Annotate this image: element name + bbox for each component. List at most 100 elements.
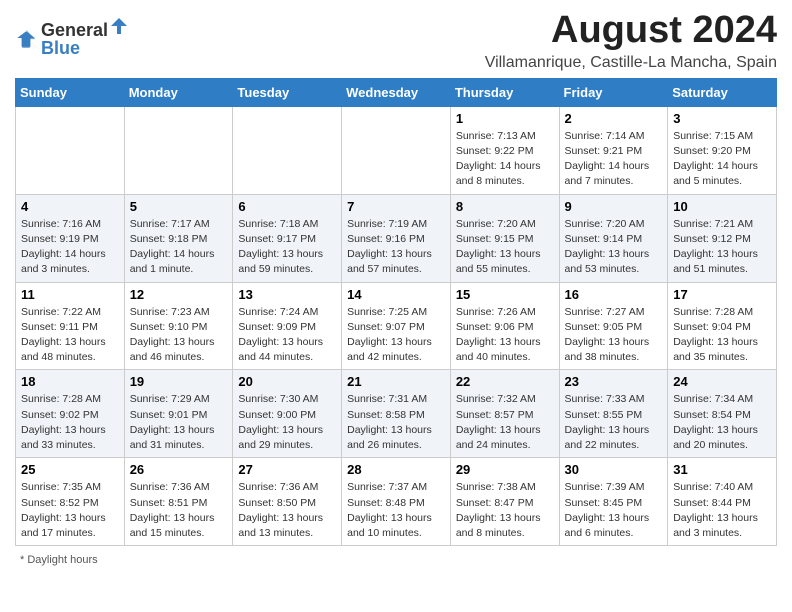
day-info: Sunrise: 7:21 AM Sunset: 9:12 PM Dayligh… (673, 217, 771, 278)
day-number: 1 (456, 111, 554, 126)
day-info: Sunrise: 7:16 AM Sunset: 9:19 PM Dayligh… (21, 217, 119, 278)
day-number: 18 (21, 374, 119, 389)
calendar-cell: 23Sunrise: 7:33 AM Sunset: 8:55 PM Dayli… (559, 370, 668, 458)
calendar-cell: 30 Sunrise: 7:39 AM Sunset: 8:45 PM Dayli… (559, 458, 668, 546)
day-info: Sunrise: 7:15 AM Sunset: 9:20 PM Dayligh… (673, 129, 771, 190)
logo-general-text: General (41, 21, 108, 39)
day-info: Sunrise: 7:22 AM Sunset: 9:11 PM Dayligh… (21, 305, 119, 366)
day-number: 14 (347, 287, 445, 302)
calendar-cell: 2 Sunrise: 7:14 AM Sunset: 9:21 PM Daylig… (559, 106, 668, 194)
day-number: 12 (130, 287, 228, 302)
calendar-cell: 11 Sunrise: 7:22 AM Sunset: 9:11 PM Dayli… (16, 282, 125, 370)
calendar-week-row: 18 Sunrise: 7:28 AM Sunset: 9:02 PM Dayli… (16, 370, 777, 458)
logo-icon (15, 27, 37, 49)
header-cell-friday: Friday (559, 78, 668, 106)
day-info: Sunrise: 7:38 AM Sunset: 8:47 PM Dayligh… (456, 480, 554, 541)
day-number: 23 (565, 374, 663, 389)
day-info: Sunrise: 7:34 AM Sunset: 8:54 PM Dayligh… (673, 392, 771, 453)
calendar-cell: 16 Sunrise: 7:27 AM Sunset: 9:05 PM Dayli… (559, 282, 668, 370)
day-number: 3 (673, 111, 771, 126)
calendar-cell: 10 Sunrise: 7:21 AM Sunset: 9:12 PM Dayli… (668, 194, 777, 282)
header-cell-saturday: Saturday (668, 78, 777, 106)
day-info: Sunrise: 7:39 AM Sunset: 8:45 PM Dayligh… (565, 480, 663, 541)
day-number: 25 (21, 462, 119, 477)
header-row: SundayMondayTuesdayWednesdayThursdayFrid… (16, 78, 777, 106)
day-number: 17 (673, 287, 771, 302)
day-info: Sunrise: 7:28 AM Sunset: 9:02 PM Dayligh… (21, 392, 119, 453)
day-info: Sunrise: 7:37 AM Sunset: 8:48 PM Dayligh… (347, 480, 445, 541)
day-number: 5 (130, 199, 228, 214)
day-info: Sunrise: 7:35 AM Sunset: 8:52 PM Dayligh… (21, 480, 119, 541)
calendar-week-row: 1 Sunrise: 7:13 AM Sunset: 9:22 PM Daylig… (16, 106, 777, 194)
calendar-table: SundayMondayTuesdayWednesdayThursdayFrid… (15, 78, 777, 546)
calendar-cell (342, 106, 451, 194)
calendar-cell: 24Sunrise: 7:34 AM Sunset: 8:54 PM Dayli… (668, 370, 777, 458)
day-info: Sunrise: 7:24 AM Sunset: 9:09 PM Dayligh… (238, 305, 336, 366)
subtitle: Villamanrique, Castille-La Mancha, Spain (485, 54, 777, 72)
day-info: Sunrise: 7:13 AM Sunset: 9:22 PM Dayligh… (456, 129, 554, 190)
calendar-cell (233, 106, 342, 194)
title-area: August 2024 Villamanrique, Castille-La M… (485, 10, 777, 72)
day-number: 16 (565, 287, 663, 302)
day-number: 6 (238, 199, 336, 214)
calendar-cell (124, 106, 233, 194)
day-info: Sunrise: 7:19 AM Sunset: 9:16 PM Dayligh… (347, 217, 445, 278)
day-number: 21 (347, 374, 445, 389)
day-number: 15 (456, 287, 554, 302)
day-number: 10 (673, 199, 771, 214)
day-info: Sunrise: 7:20 AM Sunset: 9:14 PM Dayligh… (565, 217, 663, 278)
calendar-week-row: 11 Sunrise: 7:22 AM Sunset: 9:11 PM Dayli… (16, 282, 777, 370)
day-info: Sunrise: 7:30 AM Sunset: 9:00 PM Dayligh… (238, 392, 336, 453)
calendar-cell: 5 Sunrise: 7:17 AM Sunset: 9:18 PM Daylig… (124, 194, 233, 282)
day-info: Sunrise: 7:25 AM Sunset: 9:07 PM Dayligh… (347, 305, 445, 366)
day-info: Sunrise: 7:18 AM Sunset: 9:17 PM Dayligh… (238, 217, 336, 278)
day-info: Sunrise: 7:40 AM Sunset: 8:44 PM Dayligh… (673, 480, 771, 541)
day-number: 31 (673, 462, 771, 477)
day-number: 28 (347, 462, 445, 477)
calendar-cell: 22Sunrise: 7:32 AM Sunset: 8:57 PM Dayli… (450, 370, 559, 458)
calendar-cell: 18 Sunrise: 7:28 AM Sunset: 9:02 PM Dayli… (16, 370, 125, 458)
day-number: 20 (238, 374, 336, 389)
logo-arrow-icon (109, 16, 129, 36)
calendar-body: 1 Sunrise: 7:13 AM Sunset: 9:22 PM Daylig… (16, 106, 777, 545)
day-info: Sunrise: 7:17 AM Sunset: 9:18 PM Dayligh… (130, 217, 228, 278)
calendar-week-row: 4 Sunrise: 7:16 AM Sunset: 9:19 PM Daylig… (16, 194, 777, 282)
calendar-cell: 7 Sunrise: 7:19 AM Sunset: 9:16 PM Daylig… (342, 194, 451, 282)
calendar-cell: 8Sunrise: 7:20 AM Sunset: 9:15 PM Daylig… (450, 194, 559, 282)
header: General Blue August 2024 Villamanrique, … (15, 10, 777, 72)
day-info: Sunrise: 7:14 AM Sunset: 9:21 PM Dayligh… (565, 129, 663, 190)
day-number: 11 (21, 287, 119, 302)
logo-blue-text: Blue (41, 38, 80, 58)
day-info: Sunrise: 7:29 AM Sunset: 9:01 PM Dayligh… (130, 392, 228, 453)
day-info: Sunrise: 7:23 AM Sunset: 9:10 PM Dayligh… (130, 305, 228, 366)
day-info: Sunrise: 7:28 AM Sunset: 9:04 PM Dayligh… (673, 305, 771, 366)
header-cell-wednesday: Wednesday (342, 78, 451, 106)
day-number: 7 (347, 199, 445, 214)
day-info: Sunrise: 7:26 AM Sunset: 9:06 PM Dayligh… (456, 305, 554, 366)
calendar-cell: 9 Sunrise: 7:20 AM Sunset: 9:14 PM Daylig… (559, 194, 668, 282)
calendar-cell: 13Sunrise: 7:24 AM Sunset: 9:09 PM Dayli… (233, 282, 342, 370)
day-number: 30 (565, 462, 663, 477)
calendar-cell: 12 Sunrise: 7:23 AM Sunset: 9:10 PM Dayli… (124, 282, 233, 370)
calendar-cell: 3 Sunrise: 7:15 AM Sunset: 9:20 PM Daylig… (668, 106, 777, 194)
day-info: Sunrise: 7:36 AM Sunset: 8:50 PM Dayligh… (238, 480, 336, 541)
calendar-cell: 14 Sunrise: 7:25 AM Sunset: 9:07 PM Dayli… (342, 282, 451, 370)
calendar-cell: 19 Sunrise: 7:29 AM Sunset: 9:01 PM Dayli… (124, 370, 233, 458)
day-number: 19 (130, 374, 228, 389)
day-number: 9 (565, 199, 663, 214)
day-number: 2 (565, 111, 663, 126)
day-info: Sunrise: 7:27 AM Sunset: 9:05 PM Dayligh… (565, 305, 663, 366)
calendar-cell: 1 Sunrise: 7:13 AM Sunset: 9:22 PM Daylig… (450, 106, 559, 194)
logo: General Blue (15, 16, 130, 59)
header-cell-monday: Monday (124, 78, 233, 106)
calendar-header: SundayMondayTuesdayWednesdayThursdayFrid… (16, 78, 777, 106)
day-info: Sunrise: 7:31 AM Sunset: 8:58 PM Dayligh… (347, 392, 445, 453)
day-number: 26 (130, 462, 228, 477)
calendar-cell: 27 Sunrise: 7:36 AM Sunset: 8:50 PM Dayli… (233, 458, 342, 546)
day-number: 27 (238, 462, 336, 477)
day-info: Sunrise: 7:20 AM Sunset: 9:15 PM Dayligh… (456, 217, 554, 278)
footer-note: * Daylight hours (15, 554, 777, 566)
calendar-cell: 25 Sunrise: 7:35 AM Sunset: 8:52 PM Dayli… (16, 458, 125, 546)
day-number: 4 (21, 199, 119, 214)
calendar-week-row: 25 Sunrise: 7:35 AM Sunset: 8:52 PM Dayli… (16, 458, 777, 546)
